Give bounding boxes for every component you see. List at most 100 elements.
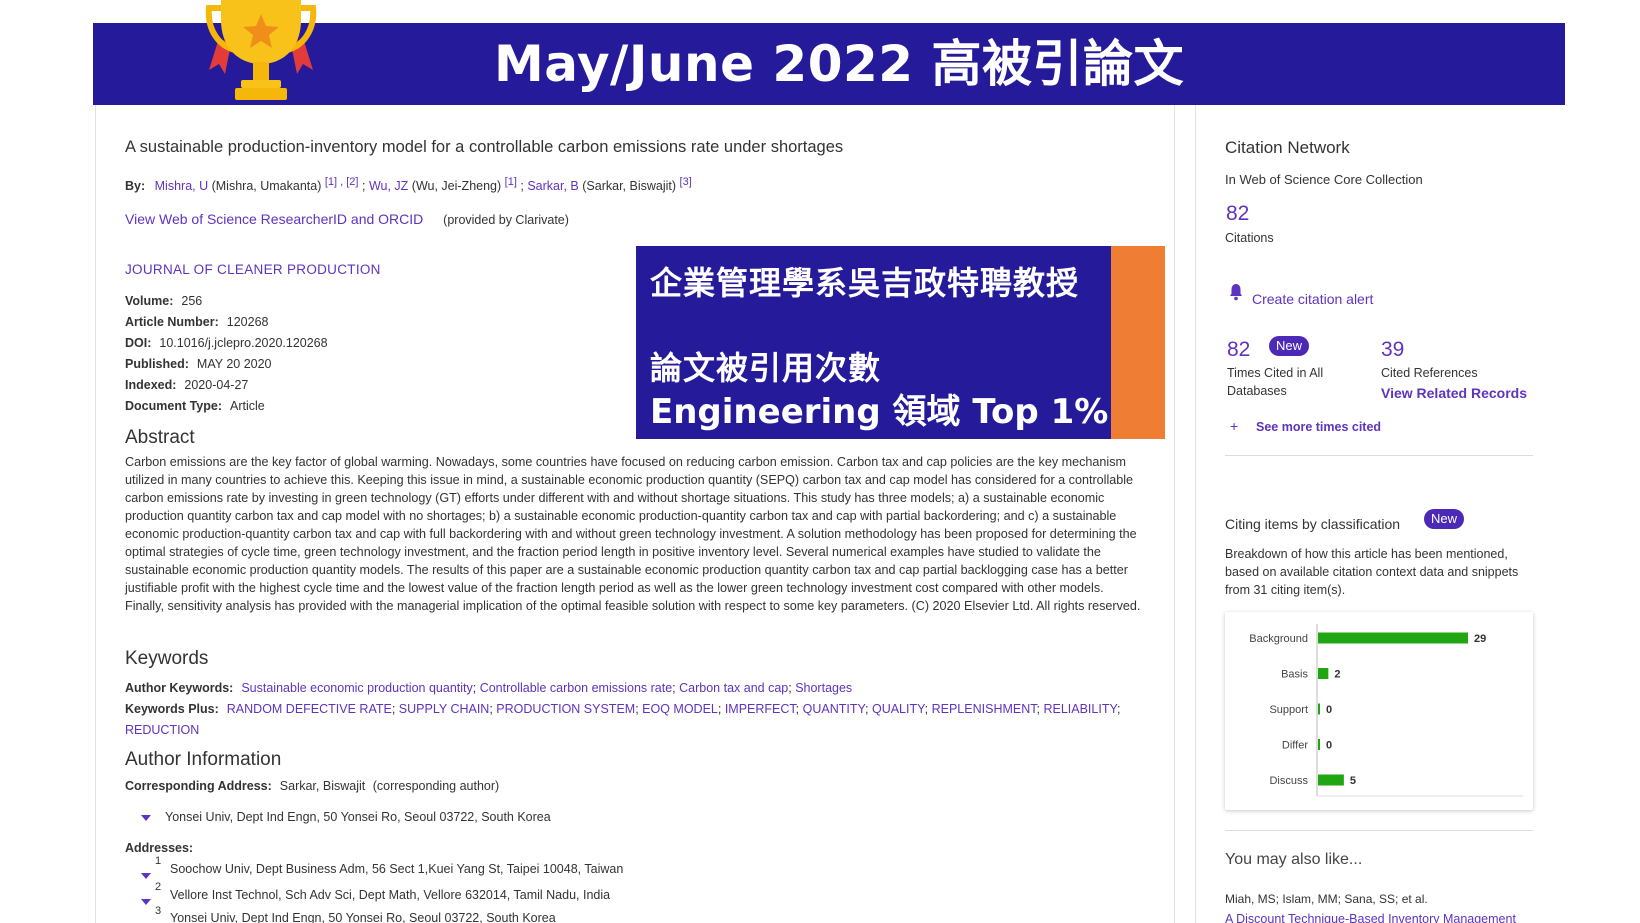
journal-link[interactable]: JOURNAL OF CLEANER PRODUCTION	[125, 262, 381, 277]
address-line: Soochow Univ, Dept Business Adm, 56 Sect…	[170, 862, 624, 876]
corresponding-note: (corresponding author)	[372, 779, 500, 793]
classification-description: Breakdown of how this article has been m…	[1225, 547, 1519, 597]
plus-icon[interactable]: +	[1230, 418, 1238, 434]
keyword-link[interactable]: Controllable carbon emissions rate	[480, 681, 672, 695]
meta-key: Indexed:	[125, 378, 177, 392]
author-fullname-1: (Mishra, Umakanta)	[211, 179, 322, 193]
classification-bar-chart: Background 29 Basis 2 Support 0 Differ 0 Discuss…	[1249, 624, 1523, 797]
keyword-plus-link[interactable]: SUPPLY CHAIN	[399, 702, 490, 716]
bar-support	[1318, 703, 1320, 715]
keyword-link[interactable]: Sustainable economic production quantity	[241, 681, 472, 695]
author-info-heading: Author Information	[125, 749, 282, 770]
data-label: 0	[1326, 704, 1332, 716]
new-badge: New	[1424, 509, 1465, 529]
cited-references-label: Cited References	[1381, 366, 1478, 380]
bell-icon[interactable]	[1229, 283, 1243, 301]
category-label: Discuss	[1269, 775, 1308, 787]
addresses-label: Addresses:	[125, 841, 194, 855]
times-cited-count[interactable]: 82	[1227, 338, 1250, 362]
expand-triangle-icon[interactable]	[141, 815, 151, 821]
keyword-plus-link[interactable]: RANDOM DEFECTIVE RATE	[227, 702, 392, 716]
keyword-plus-link[interactable]: IMPERFECT	[725, 702, 796, 716]
author-keywords-label: Author Keywords:	[125, 681, 234, 695]
sidebar-divider	[1225, 830, 1533, 831]
data-label: 2	[1334, 669, 1340, 681]
address-line: Yonsei Univ, Dept Ind Engn, 50 Yonsei Ro…	[170, 911, 556, 923]
author-affiliation-ref-2[interactable]: [1]	[505, 176, 517, 188]
expand-triangle-icon[interactable]	[141, 899, 151, 905]
author-separator: ;	[520, 179, 524, 193]
meta-row: Published: MAY 20 2020	[125, 354, 328, 375]
category-label: Basis	[1281, 669, 1308, 681]
address-number: 2	[155, 881, 162, 893]
author-link-1[interactable]: Mishra, U	[155, 179, 208, 193]
corresponding-address: Yonsei Univ, Dept Ind Engn, 50 Yonsei Ro…	[165, 810, 551, 824]
keyword-plus-link[interactable]: QUANTITY	[803, 702, 865, 716]
citation-network-subtitle: In Web of Science Core Collection	[1225, 172, 1423, 187]
expand-triangle-icon[interactable]	[141, 873, 151, 879]
author-fullname-2: (Wu, Jei-Zheng)	[411, 179, 502, 193]
recommended-article-link[interactable]: A Discount Technique-Based Inventory Man…	[1225, 912, 1516, 923]
abstract-text: Carbon emissions are the key factor of g…	[125, 455, 1141, 613]
meta-key: Document Type:	[125, 399, 222, 413]
abstract-heading: Abstract	[125, 427, 195, 448]
you-may-also-like-heading: You may also like...	[1225, 851, 1363, 868]
recommended-authors: Miah, MS; Islam, MM; Sana, SS; et al.	[1225, 892, 1428, 906]
highlight-callout: 企業管理學系吳吉政特聘教授 論文被引用次數 Engineering 領域 Top…	[636, 246, 1165, 439]
meta-row: Article Number: 120268	[125, 312, 328, 333]
cited-references-count[interactable]: 39	[1381, 338, 1404, 362]
data-label: 0	[1326, 740, 1332, 752]
meta-value: MAY 20 2020	[196, 357, 272, 371]
view-related-records-link[interactable]: View Related Records	[1381, 385, 1527, 401]
corresponding-name: Sarkar, Biswajit	[279, 779, 366, 793]
researcher-id-row: View Web of Science ResearcherID and ORC…	[125, 211, 569, 227]
keyword-plus-link[interactable]: QUALITY	[872, 702, 925, 716]
meta-value: 120268	[226, 315, 269, 329]
author-link-2[interactable]: Wu, JZ	[369, 179, 408, 193]
create-citation-alert-link[interactable]: Create citation alert	[1252, 291, 1373, 307]
bar-discuss	[1318, 774, 1344, 786]
author-affiliation-ref-1[interactable]: [1] , [2]	[325, 176, 359, 188]
category-label: Background	[1249, 633, 1308, 645]
keyword-plus-link[interactable]: EOQ MODEL	[642, 702, 718, 716]
keywords-heading: Keywords	[125, 648, 209, 669]
keywords-plus-label: Keywords Plus:	[125, 702, 219, 716]
keyword-plus-link[interactable]: REPLENISHMENT	[932, 702, 1037, 716]
meta-value: 10.1016/j.jclepro.2020.120268	[159, 336, 328, 350]
classification-chart: Background 29 Basis 2 Support 0 Differ 0 Discuss…	[1225, 612, 1533, 810]
highlight-line-1: 企業管理學系吳吉政特聘教授	[650, 264, 1080, 302]
corresponding-label: Corresponding Address:	[125, 779, 272, 793]
author-list: By: Mishra, U (Mishra, Umakanta) [1] , […	[125, 176, 692, 193]
keyword-plus-link[interactable]: PRODUCTION SYSTEM	[496, 702, 635, 716]
meta-row: Document Type: Article	[125, 396, 328, 417]
times-cited-label: Times Cited in All Databases	[1227, 364, 1323, 400]
bar-background	[1318, 632, 1468, 644]
keyword-link[interactable]: Carbon tax and cap	[679, 681, 788, 695]
bar-basis	[1318, 668, 1329, 679]
researcher-id-link[interactable]: View Web of Science ResearcherID and ORC…	[125, 211, 423, 227]
keyword-link[interactable]: Shortages	[795, 681, 852, 695]
new-badge: New	[1269, 336, 1310, 356]
citation-network-title: Citation Network	[1225, 138, 1350, 157]
author-affiliation-ref-3[interactable]: [3]	[680, 176, 692, 188]
keyword-plus-link[interactable]: RELIABILITY	[1043, 702, 1117, 716]
meta-key: Published:	[125, 357, 189, 371]
meta-key: Article Number:	[125, 315, 219, 329]
article-title: A sustainable production-inventory model…	[125, 138, 844, 156]
citations-count[interactable]: 82	[1226, 202, 1249, 226]
meta-row: DOI: 10.1016/j.jclepro.2020.120268	[125, 333, 328, 354]
classification-title: Citing items by classification	[1225, 516, 1401, 532]
keyword-plus-link[interactable]: REDUCTION	[125, 723, 199, 737]
category-label: Differ	[1282, 740, 1308, 752]
meta-value: 2020-04-27	[184, 378, 249, 392]
meta-key: DOI:	[125, 336, 152, 350]
author-link-3[interactable]: Sarkar, B	[527, 179, 578, 193]
times-cited-label-line: Databases	[1227, 384, 1287, 398]
keywords-plus: Keywords Plus: RANDOM DEFECTIVE RATE; SUP…	[125, 702, 1121, 737]
see-more-times-cited-link[interactable]: See more times cited	[1256, 420, 1381, 434]
highlight-line-2: 論文被引用次數	[650, 349, 882, 387]
sidebar-divider	[1225, 455, 1533, 456]
data-label: 5	[1350, 775, 1356, 787]
data-label: 29	[1474, 633, 1486, 645]
trophy-icon	[205, 0, 317, 100]
